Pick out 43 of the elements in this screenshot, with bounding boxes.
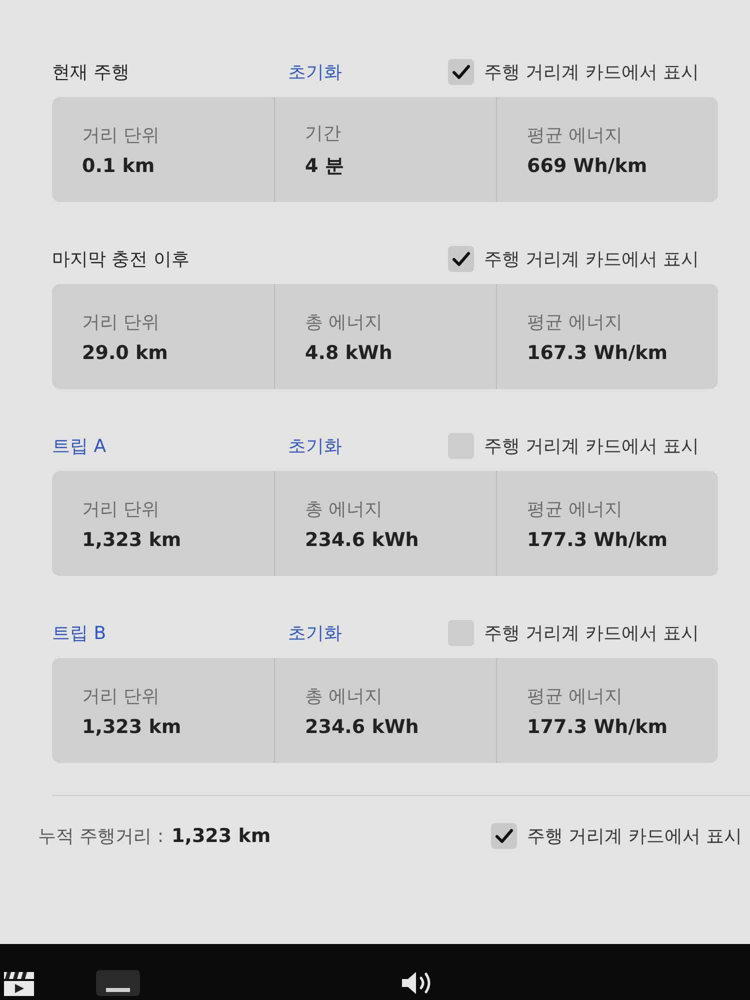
checkbox[interactable]: [448, 246, 474, 272]
trip-title-link[interactable]: 트립 B: [52, 621, 106, 645]
stat-value: 4 분: [305, 154, 344, 178]
stat-label: 거리 단위: [82, 124, 160, 146]
stat-value: 0.1 km: [82, 154, 155, 176]
stat-value: 234.6 kWh: [305, 528, 419, 550]
stat-label: 거리 단위: [82, 310, 160, 334]
stat-label: 평균 에너지: [527, 498, 623, 520]
trip-title-link[interactable]: 트립 A: [52, 434, 106, 458]
stat-label: 총 에너지: [305, 310, 383, 334]
stat-value: 234.6 kWh: [305, 716, 419, 738]
stat-label: 평균 에너지: [527, 684, 623, 708]
reset-link[interactable]: 초기화: [288, 60, 342, 84]
stat-label: 거리 단위: [82, 498, 160, 520]
checkbox[interactable]: [490, 823, 517, 849]
stat-value: 167.3 Wh/km: [527, 342, 668, 364]
stat-label: 총 에너지: [305, 498, 383, 520]
stat-value: 669 Wh/km: [527, 154, 648, 176]
reset-link[interactable]: 초기화: [288, 621, 342, 645]
stat-label: 거리 단위: [82, 684, 160, 708]
stat-value: 29.0 km: [82, 342, 168, 364]
stat-label: 기간: [305, 122, 341, 144]
clapperboard-icon[interactable]: [4, 972, 34, 996]
app-tile-icon[interactable]: [96, 970, 140, 996]
checkbox-label: 주행 거리계 카드에서 표시: [484, 248, 700, 271]
checkbox-label: 주행 거리계 카드에서 표시: [484, 622, 700, 645]
stat-label: 총 에너지: [305, 684, 383, 708]
checkbox[interactable]: [448, 59, 474, 85]
stat-value: 4.8 kWh: [305, 342, 392, 364]
checkbox-label: 주행 거리계 카드에서 표시: [526, 825, 742, 848]
odometer-value: 1,323 km: [172, 825, 271, 847]
stat-value: 1,323 km: [82, 716, 182, 738]
stat-label: 평균 에너지: [527, 124, 623, 146]
section-title: 현재 주행: [52, 61, 130, 84]
odometer-label: 누적 주행거리 :: [38, 825, 164, 848]
checkbox-label: 주행 거리계 카드에서 표시: [484, 435, 700, 458]
reset-link[interactable]: 초기화: [288, 434, 342, 458]
section-title: 마지막 충전 이후: [52, 248, 190, 271]
stat-value: 177.3 Wh/km: [527, 716, 668, 738]
stat-label: 평균 에너지: [527, 310, 623, 334]
checkbox-label: 주행 거리계 카드에서 표시: [484, 61, 700, 84]
stat-value: 177.3 Wh/km: [527, 528, 668, 550]
stat-value: 1,323 km: [82, 528, 182, 550]
